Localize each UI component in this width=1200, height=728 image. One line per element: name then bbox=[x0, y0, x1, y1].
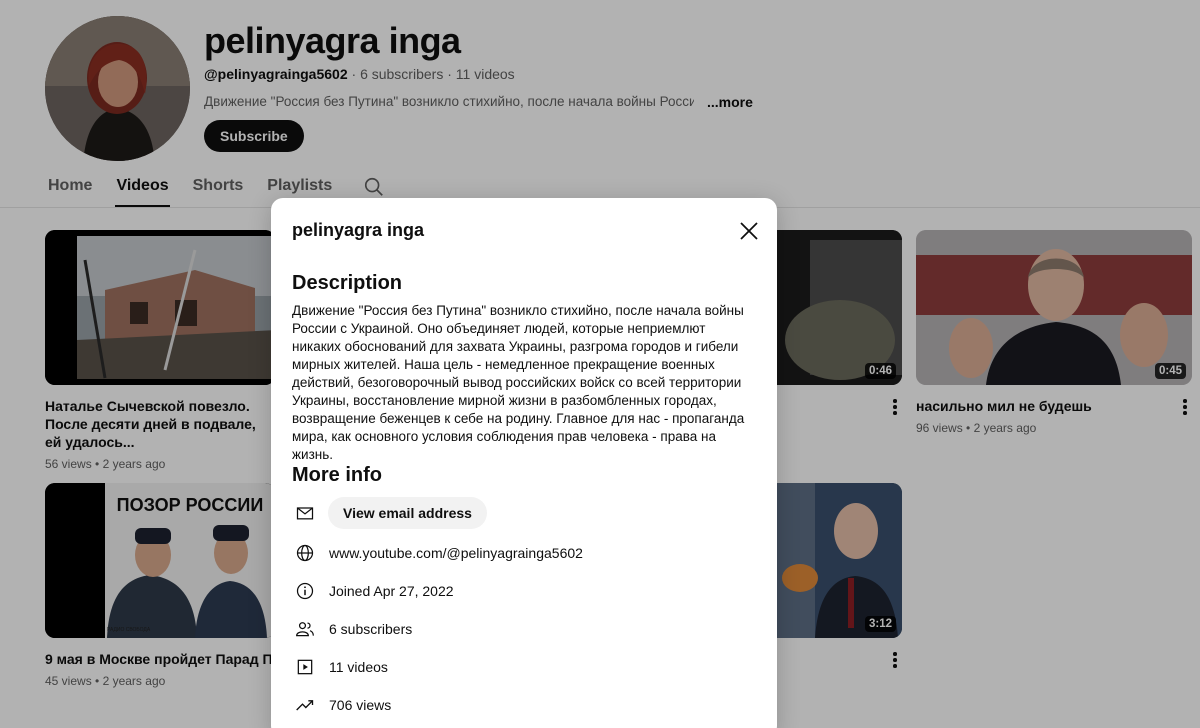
more-info-heading: More info bbox=[292, 464, 382, 486]
people-icon bbox=[296, 622, 314, 637]
views-row: 706 views bbox=[295, 692, 391, 718]
dialog-title: pelinyagra inga bbox=[292, 220, 425, 240]
description-text: Движение "Россия без Путина" возникло ст… bbox=[292, 303, 745, 462]
joined-row: Joined Apr 27, 2022 bbox=[295, 578, 454, 604]
subscribers-stat: 6 subscribers bbox=[329, 621, 413, 637]
about-dialog: pelinyagra inga Description Движение "Ро… bbox=[271, 198, 777, 728]
info-icon bbox=[296, 582, 314, 600]
mail-icon bbox=[296, 507, 314, 520]
subscribers-row: 6 subscribers bbox=[295, 616, 412, 642]
description-heading: Description bbox=[292, 272, 403, 294]
videos-row: 11 videos bbox=[295, 654, 388, 680]
email-row bbox=[295, 500, 315, 526]
joined-date: Joined Apr 27, 2022 bbox=[329, 583, 454, 599]
url-row: www.youtube.com/@pelinyagrainga5602 bbox=[295, 540, 583, 566]
close-icon[interactable] bbox=[737, 219, 761, 243]
globe-icon bbox=[296, 544, 314, 562]
view-email-button[interactable]: View email address bbox=[328, 497, 487, 529]
trending-icon bbox=[296, 700, 314, 711]
videos-stat: 11 videos bbox=[329, 659, 388, 675]
play-icon bbox=[297, 659, 313, 675]
channel-url[interactable]: www.youtube.com/@pelinyagrainga5602 bbox=[329, 545, 583, 561]
views-stat: 706 views bbox=[329, 697, 392, 713]
